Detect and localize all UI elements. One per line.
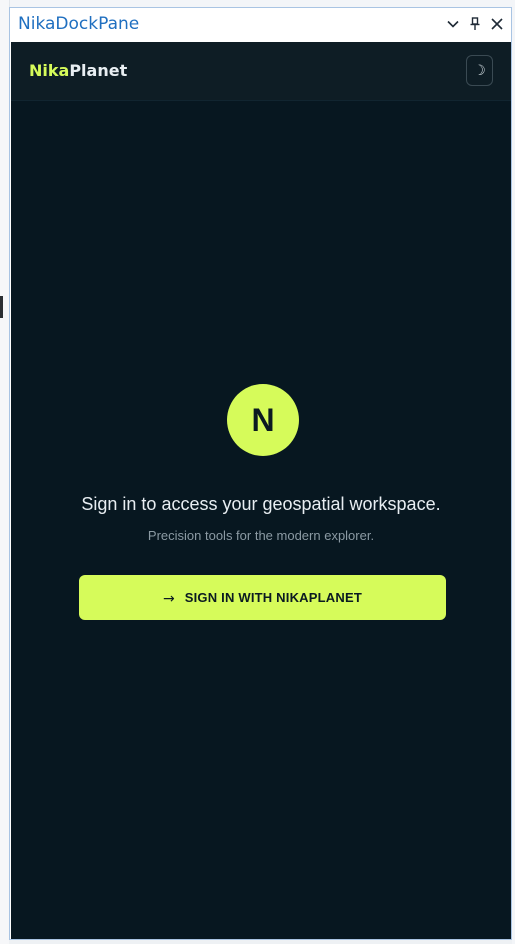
sign-in-button-label: SIGN IN WITH NIKAPLANET (184, 590, 362, 605)
pane-title: NikaDockPane (18, 14, 140, 34)
chevron-down-icon[interactable] (444, 14, 462, 34)
dock-host: NikaDockPane NikaPlanet ☽ N Sign in to a… (0, 0, 515, 944)
arrow-right-icon: → (163, 590, 175, 607)
sign-in-button[interactable]: → SIGN IN WITH NIKAPLANET (79, 575, 446, 620)
signin-subline: Precision tools for the modern explorer. (147, 528, 375, 543)
host-left-marker (0, 296, 3, 318)
pin-icon[interactable] (466, 14, 484, 34)
logo-letter: N (251, 401, 275, 438)
close-icon[interactable] (488, 14, 506, 34)
signin-headline: Sign in to access your geospatial worksp… (81, 494, 441, 514)
pane-title-bar[interactable]: NikaDockPane (10, 8, 511, 41)
brand-name-part2: Planet (69, 61, 128, 80)
theme-toggle-button[interactable]: ☽ (466, 55, 493, 86)
dock-pane: NikaDockPane NikaPlanet ☽ N Sign in to a… (9, 7, 512, 940)
app-header: NikaPlanet ☽ (11, 42, 511, 101)
brand-name-part1: Nika (29, 61, 70, 80)
moon-icon: ☽ (473, 62, 486, 79)
brand-logo: NikaPlanet (29, 61, 127, 80)
app-panel: NikaPlanet ☽ N Sign in to access your ge… (11, 42, 511, 939)
host-bottom-edge (9, 940, 512, 944)
logo-badge: N (227, 384, 299, 456)
